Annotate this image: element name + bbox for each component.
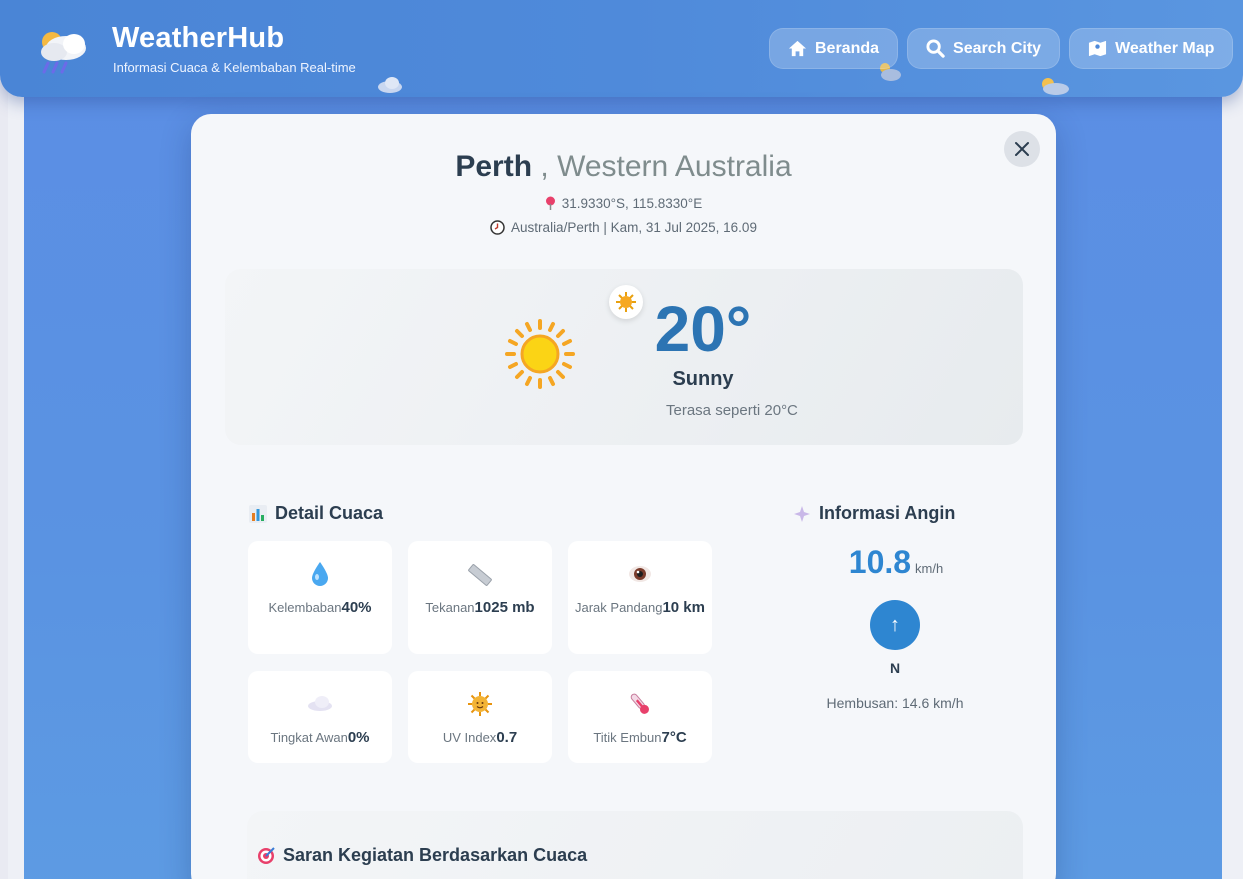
coordinates-text: 31.9330°S, 115.8330°E bbox=[561, 196, 703, 211]
coordinates-row: 31.9330°S, 115.8330°E bbox=[191, 196, 1056, 211]
humidity-value: 40% bbox=[341, 599, 372, 616]
feels-like-text: Terasa seperti 20°C bbox=[666, 402, 798, 419]
suggestions-section-title: Saran Kegiatan Berdasarkan Cuaca bbox=[257, 845, 587, 866]
city-weather-modal: Perth , Western Australia 31.9330°S, 115… bbox=[191, 114, 1056, 879]
timezone-row: Australia/Perth | Kam, 31 Jul 2025, 16.0… bbox=[191, 220, 1056, 235]
detail-tile-uv-index: UV Index0.7 bbox=[408, 671, 552, 763]
detail-tile-cloud-cover: Tingkat Awan0% bbox=[248, 671, 392, 763]
wind-section-title: Informasi Angin bbox=[793, 503, 955, 524]
current-weather-card: 20° Sunny Terasa seperti 20°C bbox=[225, 269, 1023, 445]
city-name: Perth bbox=[455, 150, 533, 183]
app-title: WeatherHub bbox=[112, 22, 285, 54]
wind-gust: Hembusan: 14.6 km/h bbox=[826, 695, 964, 711]
sparkle-icon bbox=[794, 505, 810, 522]
detail-tile-dew-point: Titik Embun7°C bbox=[568, 671, 712, 763]
home-icon bbox=[788, 40, 807, 57]
pin-icon bbox=[545, 196, 555, 210]
background-edge-left bbox=[8, 60, 24, 879]
city-separator: , bbox=[540, 150, 549, 183]
nav-search-city-label: Search City bbox=[953, 39, 1042, 57]
decorative-cloud-icon bbox=[378, 77, 402, 93]
map-icon bbox=[1089, 40, 1107, 57]
condition-badge-icon bbox=[609, 285, 643, 319]
detail-tile-pressure: Tekanan1025 mb bbox=[408, 541, 552, 654]
wind-section-label: Informasi Angin bbox=[819, 503, 956, 523]
nav-beranda-button[interactable]: Beranda bbox=[769, 28, 899, 69]
detail-section-title: Detail Cuaca bbox=[249, 503, 383, 524]
pressure-label: Tekanan bbox=[425, 600, 475, 615]
main-nav: Beranda Search City Weather Map bbox=[769, 28, 1234, 69]
detail-section-label: Detail Cuaca bbox=[275, 503, 384, 523]
decorative-cloud-icon bbox=[1042, 78, 1069, 95]
uv-index-label: UV Index bbox=[442, 730, 497, 745]
droplet-icon bbox=[312, 562, 328, 586]
detail-tile-visibility: Jarak Pandang10 km bbox=[568, 541, 712, 654]
target-icon bbox=[258, 846, 275, 864]
cloud-icon bbox=[308, 696, 332, 711]
eye-icon bbox=[629, 566, 651, 582]
humidity-label: Kelembaban bbox=[268, 600, 342, 615]
thermometer-icon bbox=[630, 693, 649, 714]
wind-speed-unit: km/h bbox=[915, 561, 944, 576]
cloud-cover-label: Tingkat Awan bbox=[270, 730, 348, 745]
nav-weather-map-button[interactable]: Weather Map bbox=[1069, 28, 1234, 69]
sun-icon bbox=[505, 319, 575, 389]
timezone-text: Australia/Perth | Kam, 31 Jul 2025, 16.0… bbox=[511, 220, 757, 235]
wind-speed: 10.8 km/h bbox=[846, 544, 946, 581]
cloud-rain-sun-icon bbox=[41, 32, 86, 74]
dew-point-label: Titik Embun bbox=[593, 730, 662, 745]
detail-tile-humidity: Kelembaban40% bbox=[248, 541, 392, 654]
app-subtitle: Informasi Cuaca & Kelembaban Real-time bbox=[113, 60, 356, 75]
wind-speed-value: 10.8 bbox=[848, 544, 912, 580]
location-title: Perth , Western Australia bbox=[191, 150, 1056, 184]
background-edge-right bbox=[1222, 60, 1243, 879]
uv-index-value: 0.7 bbox=[496, 729, 518, 746]
nav-beranda-label: Beranda bbox=[815, 39, 880, 57]
current-temperature: 20° bbox=[654, 293, 752, 365]
visibility-value: 10 km bbox=[662, 599, 705, 616]
app-header: WeatherHub Informasi Cuaca & Kelembaban … bbox=[0, 0, 1243, 97]
wind-direction: N bbox=[889, 660, 901, 676]
bar-chart-icon bbox=[249, 504, 267, 523]
sun-face-icon bbox=[468, 692, 492, 716]
city-region: Western Australia bbox=[557, 150, 792, 183]
small-sun-icon bbox=[616, 292, 636, 312]
suggestions-section-label: Saran Kegiatan Berdasarkan Cuaca bbox=[283, 845, 588, 865]
dew-point-value: 7°C bbox=[661, 729, 687, 746]
cloud-cover-value: 0% bbox=[347, 729, 370, 746]
nav-weather-map-label: Weather Map bbox=[1115, 39, 1215, 57]
clock-icon bbox=[490, 220, 505, 235]
wind-arrow-icon: ↑ bbox=[890, 613, 900, 636]
wind-direction-compass: ↑ bbox=[870, 600, 920, 650]
nav-search-city-button[interactable]: Search City bbox=[907, 28, 1061, 69]
ruler-icon bbox=[468, 564, 492, 586]
search-icon bbox=[926, 39, 945, 58]
visibility-label: Jarak Pandang bbox=[575, 600, 663, 615]
current-condition: Sunny bbox=[672, 368, 734, 390]
pressure-value: 1025 mb bbox=[474, 599, 535, 616]
